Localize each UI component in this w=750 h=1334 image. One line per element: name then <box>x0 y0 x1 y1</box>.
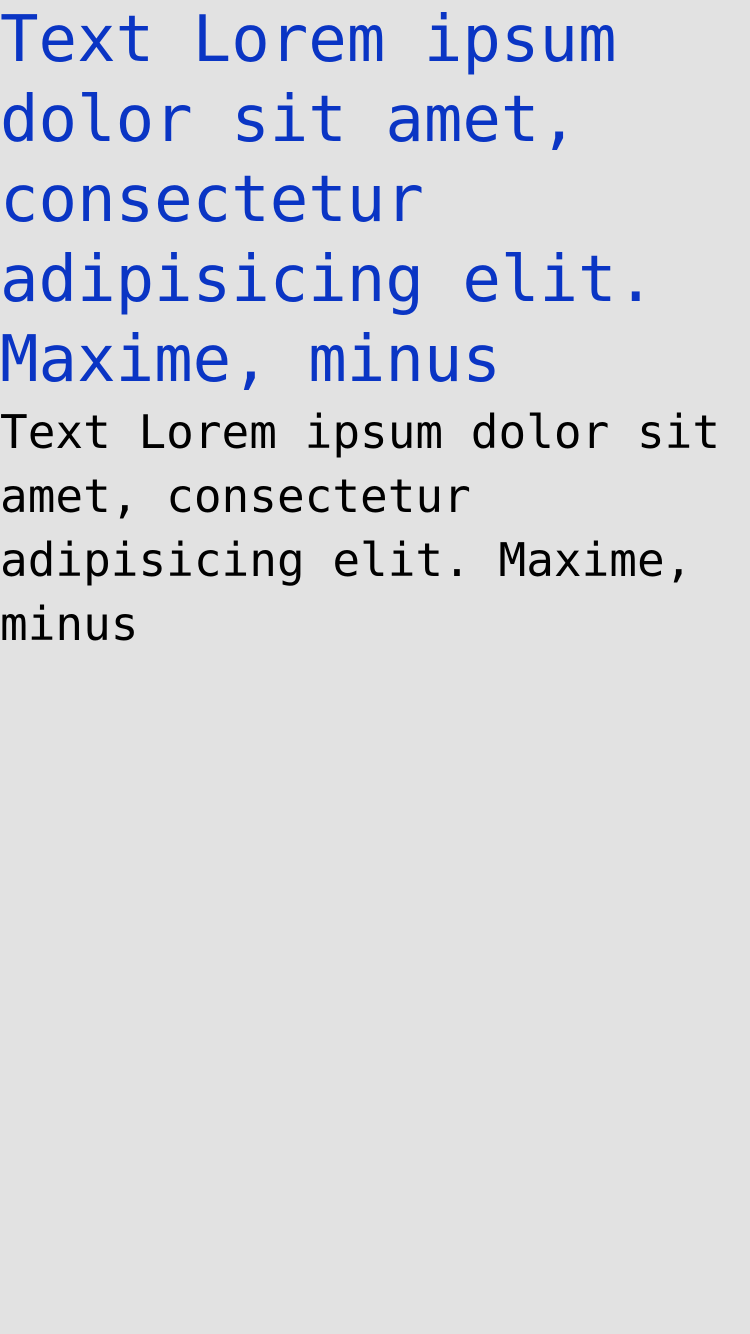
headline-text: Text Lorem ipsum dolor sit amet, consect… <box>0 3 656 397</box>
screen: Text Lorem ipsum dolor sit amet, consect… <box>0 0 750 1334</box>
body-text: Text Lorem ipsum dolor sit amet, consect… <box>0 405 721 651</box>
